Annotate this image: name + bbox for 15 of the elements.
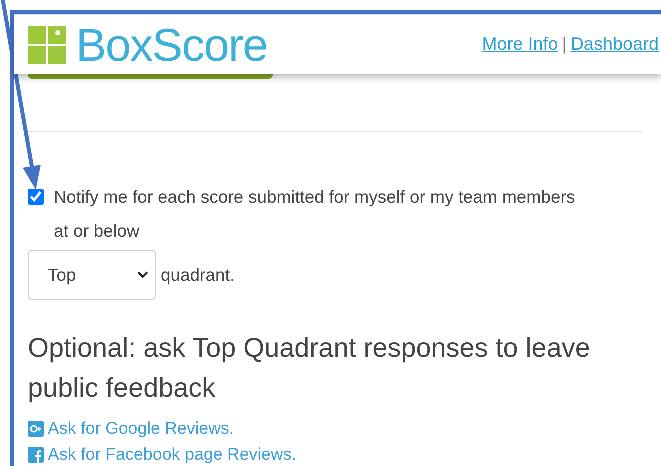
optional-heading: Optional: ask Top Quadrant responses to leave public feedback (28, 332, 592, 405)
chevron-down-icon (137, 271, 149, 279)
logo-icon (28, 26, 66, 64)
link-separator: | (562, 33, 567, 56)
google-plus-icon (28, 421, 44, 437)
review-link[interactable]: Ask for Facebook page Reviews. (48, 444, 297, 466)
logo-text: BoxScore (76, 22, 268, 68)
notify-checkbox[interactable] (28, 189, 44, 205)
facebook-icon (28, 447, 44, 463)
review-link[interactable]: Ask for Google Reviews. (48, 418, 234, 440)
more-info-link[interactable]: More Info (482, 31, 558, 58)
dashboard-link[interactable]: Dashboard (570, 31, 659, 58)
quadrant-select[interactable]: Top (28, 250, 156, 300)
notify-label: Notify me for each score submitted for myself or my team members at or below (54, 186, 576, 243)
quadrant-suffix: quadrant. (161, 264, 235, 287)
